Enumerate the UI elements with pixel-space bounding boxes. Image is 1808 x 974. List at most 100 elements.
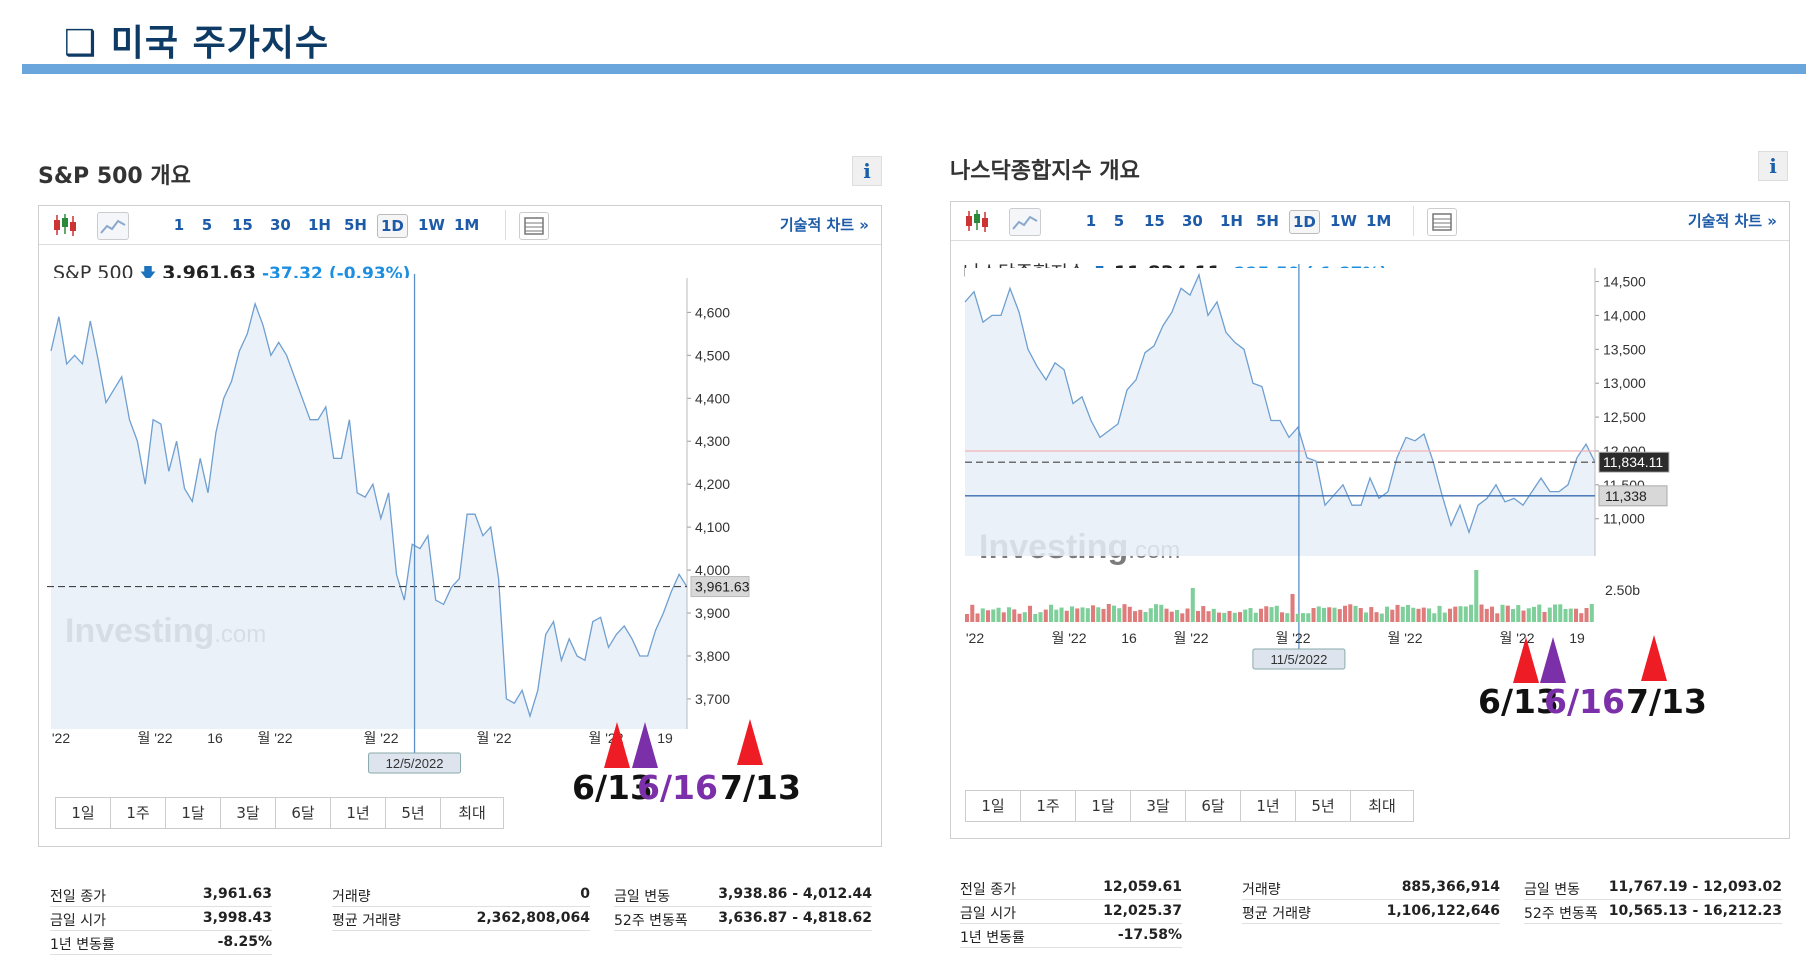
volume-bar xyxy=(1190,588,1195,622)
volume-bar xyxy=(1427,608,1432,622)
volume-bar xyxy=(1033,613,1038,622)
volume-bar xyxy=(1180,613,1185,622)
volume-bar xyxy=(1222,612,1227,622)
nasdaq-panel-title: 나스닥종합지수 개요 xyxy=(950,159,1140,184)
volume-bar xyxy=(1259,608,1264,622)
range-button[interactable]: 1일 xyxy=(56,798,111,828)
sp500-panel-title: S&P 500 개요 xyxy=(38,164,191,189)
range-button[interactable]: 1일 xyxy=(966,791,1021,821)
volume-bar xyxy=(1164,608,1169,622)
volume-bar xyxy=(1469,604,1474,622)
x-tick-label: 19 xyxy=(657,730,673,746)
volume-bar xyxy=(1395,604,1400,622)
volume-bar xyxy=(1091,605,1096,622)
y-tick-label: 4,200 xyxy=(695,476,730,492)
stat-label: 거래량 xyxy=(1242,882,1281,898)
volume-bar xyxy=(1295,613,1300,622)
volume-bar xyxy=(996,607,1001,622)
range-button[interactable]: 최대 xyxy=(1351,791,1413,821)
stat-value: 3,938.86 - 4,012.44 xyxy=(718,886,872,902)
range-button[interactable]: 1년 xyxy=(1241,791,1296,821)
range-button[interactable]: 최대 xyxy=(441,798,503,828)
volume-bar xyxy=(1096,607,1101,622)
volume-bar xyxy=(1185,608,1190,622)
volume-bar xyxy=(1232,612,1237,622)
volume-bar xyxy=(1248,608,1253,622)
x-tick-label: 16 xyxy=(207,730,223,746)
volume-bar xyxy=(1479,604,1484,622)
volume-bar xyxy=(1133,611,1138,622)
nasdaq-info-button[interactable]: i xyxy=(1758,151,1788,181)
range-button[interactable]: 6달 xyxy=(276,798,331,828)
volume-bar xyxy=(1306,613,1311,622)
volume-bar xyxy=(986,610,991,622)
volume-bar xyxy=(1311,608,1316,622)
volume-bar xyxy=(1563,608,1568,622)
y-tick-label: 3,800 xyxy=(695,648,730,664)
volume-bar xyxy=(1253,612,1258,622)
stat-row: 1년 변동률 -8.25% xyxy=(50,932,272,955)
volume-bar xyxy=(1038,612,1043,622)
volume-bar xyxy=(1458,606,1463,622)
y-tick-label: 4,600 xyxy=(695,304,730,320)
y-tick-label: 12,500 xyxy=(1603,409,1646,425)
volume-bar xyxy=(1075,608,1080,622)
volume-axis-label: 2.50b xyxy=(1605,582,1640,598)
range-button[interactable]: 5년 xyxy=(386,798,441,828)
volume-bar xyxy=(1101,608,1106,622)
crosshair-value-tag: 11,338 xyxy=(1598,485,1668,507)
stat-value: 3,636.87 - 4,818.62 xyxy=(718,910,872,926)
range-button[interactable]: 1주 xyxy=(1021,791,1076,821)
volume-bar xyxy=(965,614,970,622)
volume-bar xyxy=(1243,609,1248,622)
price-tag-label: 11,834.11 xyxy=(1603,454,1663,470)
volume-bar xyxy=(1080,607,1085,622)
volume-bar xyxy=(980,608,985,622)
volume-bar xyxy=(1579,613,1584,622)
volume-bar xyxy=(1374,612,1379,622)
nasdaq-range-selector: 1일 1주 1달 3달 6달 1년 5년 최대 xyxy=(965,790,1414,822)
range-button[interactable]: 1주 xyxy=(111,798,166,828)
volume-bar xyxy=(1159,604,1164,622)
y-tick-label: 4,000 xyxy=(695,562,730,578)
volume-bar xyxy=(1085,608,1090,622)
volume-bar xyxy=(1500,604,1505,622)
volume-bar xyxy=(1542,611,1547,622)
volume-bar xyxy=(1400,606,1405,622)
volume-bar xyxy=(1059,607,1064,622)
x-tick-label: 19 xyxy=(1569,630,1585,646)
stat-label: 금일 시가 xyxy=(960,906,1016,922)
x-tick-label: 16 xyxy=(1121,630,1137,646)
range-button[interactable]: 1달 xyxy=(166,798,221,828)
sp500-info-button[interactable]: i xyxy=(852,156,882,186)
volume-bar xyxy=(1316,606,1321,622)
marker-triangle-icon xyxy=(604,722,630,768)
range-button[interactable]: 1년 xyxy=(331,798,386,828)
range-button[interactable]: 3달 xyxy=(221,798,276,828)
volume-bar xyxy=(1453,606,1458,622)
range-button[interactable]: 3달 xyxy=(1131,791,1186,821)
volume-bar xyxy=(1012,609,1017,622)
marker-triangle-icon xyxy=(1513,637,1539,683)
nasdaq-price-chart[interactable]: Investing.com11,00011,50012,00012,50013,… xyxy=(951,202,1789,838)
volume-bar xyxy=(1106,604,1111,622)
stat-row: 거래량 885,366,914 xyxy=(1242,877,1500,900)
volume-bar xyxy=(1416,608,1421,622)
x-tick-label: 월 '22 xyxy=(476,730,511,746)
volume-bar xyxy=(1001,612,1006,622)
stat-value: -17.58% xyxy=(1117,927,1182,943)
range-button[interactable]: 6달 xyxy=(1186,791,1241,821)
volume-bar xyxy=(1112,605,1117,622)
range-button[interactable]: 5년 xyxy=(1296,791,1351,821)
stat-row: 52주 변동폭 10,565.13 - 16,212.23 xyxy=(1524,901,1782,924)
volume-bar xyxy=(1369,607,1374,622)
volume-bar xyxy=(1553,604,1558,622)
y-tick-label: 13,500 xyxy=(1603,341,1646,357)
stat-value: 885,366,914 xyxy=(1401,879,1500,895)
x-tick-label: '22 xyxy=(966,630,984,646)
volume-bar xyxy=(1211,608,1216,622)
range-button[interactable]: 1달 xyxy=(1076,791,1131,821)
volume-bar xyxy=(1505,605,1510,622)
y-tick-label: 14,000 xyxy=(1603,307,1646,323)
volume-bar xyxy=(1022,612,1027,622)
